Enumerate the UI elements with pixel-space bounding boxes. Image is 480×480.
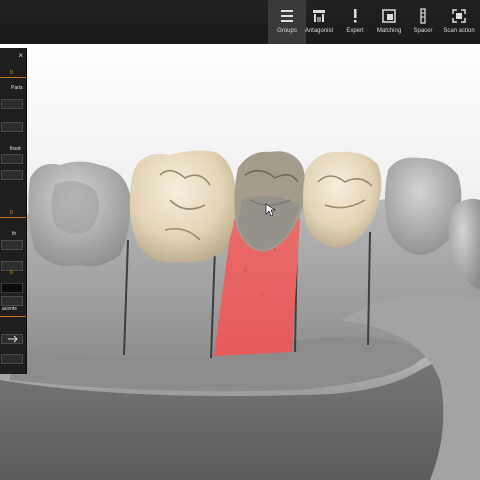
apply-icon xyxy=(8,335,18,343)
panel-button[interactable] xyxy=(1,99,23,109)
spacer-icon xyxy=(415,8,431,24)
expert-button[interactable]: Expert xyxy=(336,0,374,44)
scan-action-button[interactable]: Scan action xyxy=(440,0,478,44)
scan-action-icon xyxy=(451,8,467,24)
th-label: th xyxy=(12,231,17,237)
antagonist-label: Antagonist xyxy=(304,28,334,34)
expert-icon xyxy=(347,8,363,24)
3d-viewport[interactable] xyxy=(0,44,480,480)
divider xyxy=(0,217,26,218)
close-icon[interactable]: × xyxy=(18,51,23,60)
divider xyxy=(0,316,26,317)
panel-button[interactable] xyxy=(1,354,23,364)
matching-label: Matching xyxy=(376,28,402,34)
spacer-label: Spacer xyxy=(413,28,433,34)
scan-action-label: Scan action xyxy=(443,28,475,34)
top-toolbar: Groups Antagonist Expert Matching Spacer… xyxy=(0,0,480,45)
matching-icon xyxy=(381,8,397,24)
panel-button[interactable] xyxy=(1,122,23,132)
parts-label: Parts xyxy=(11,85,23,91)
panel-button[interactable] xyxy=(1,296,23,306)
orange-marker: 0 xyxy=(10,210,13,216)
dental-model xyxy=(0,150,480,480)
antagonist-button[interactable]: Antagonist xyxy=(300,0,338,44)
panel-button[interactable] xyxy=(1,154,23,164)
panel-button[interactable] xyxy=(1,240,23,250)
divider xyxy=(0,77,26,78)
orange-marker: 0 xyxy=(10,70,13,76)
side-panel: × 0 Parts fixed 0 th 0 acents xyxy=(0,48,27,374)
panel-button[interactable] xyxy=(1,170,23,180)
spacer-button[interactable]: Spacer xyxy=(404,0,442,44)
groups-icon xyxy=(279,8,295,24)
panel-field[interactable] xyxy=(1,283,23,293)
expert-label: Expert xyxy=(346,28,364,34)
orange-marker: 0 xyxy=(10,270,13,276)
tooth-natural-1 xyxy=(129,150,236,263)
fixed-label: fixed xyxy=(10,146,21,152)
matching-button[interactable]: Matching xyxy=(370,0,408,44)
antagonist-icon xyxy=(311,8,327,24)
acents-label: acents xyxy=(2,306,17,312)
apply-button[interactable] xyxy=(1,334,23,344)
